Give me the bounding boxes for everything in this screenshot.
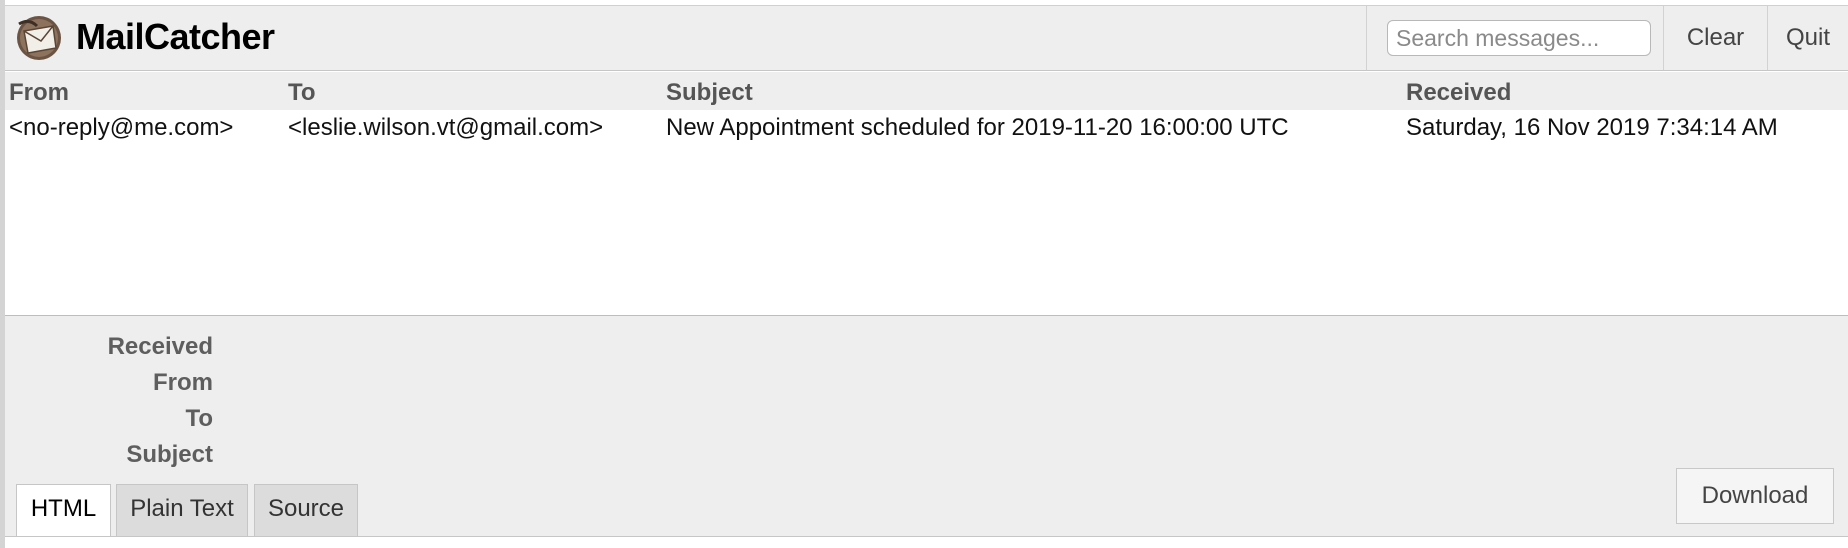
- tab-source[interactable]: Source: [254, 484, 358, 536]
- download-button[interactable]: Download: [1676, 468, 1834, 524]
- message-subject: New Appointment scheduled for 2019-11-20…: [666, 114, 1289, 141]
- message-from: <no-reply@me.com>: [9, 114, 234, 141]
- message-to: <leslie.wilson.vt@gmail.com>: [288, 114, 604, 141]
- app-title: MailCatcher: [76, 16, 275, 57]
- detail-label-subject: Subject: [126, 441, 213, 468]
- clear-button[interactable]: Clear: [1664, 6, 1768, 70]
- search-input[interactable]: [1387, 20, 1651, 56]
- table-row[interactable]: <no-reply@me.com> <leslie.wilson.vt@gmai…: [5, 110, 1848, 146]
- message-list-header: From To Subject Received: [5, 72, 1848, 110]
- message-received: Saturday, 16 Nov 2019 7:34:14 AM: [1406, 114, 1778, 141]
- column-header-to[interactable]: To: [288, 79, 316, 107]
- column-header-from[interactable]: From: [9, 79, 69, 107]
- mailcatcher-logo-icon: [15, 14, 63, 62]
- detail-label-received: Received: [107, 333, 213, 360]
- message-list: <no-reply@me.com> <leslie.wilson.vt@gmai…: [5, 110, 1848, 316]
- detail-label-to: To: [185, 405, 213, 432]
- message-body-area: [5, 537, 1848, 548]
- column-header-subject[interactable]: Subject: [666, 79, 753, 107]
- column-header-received[interactable]: Received: [1406, 79, 1511, 107]
- search-container: [1366, 6, 1664, 70]
- header-bar: MailCatcher Clear Quit: [5, 5, 1848, 71]
- quit-button[interactable]: Quit: [1768, 6, 1848, 70]
- detail-label-from: From: [153, 369, 213, 396]
- tab-html[interactable]: HTML: [16, 484, 111, 538]
- tab-plain-text[interactable]: Plain Text: [116, 484, 248, 536]
